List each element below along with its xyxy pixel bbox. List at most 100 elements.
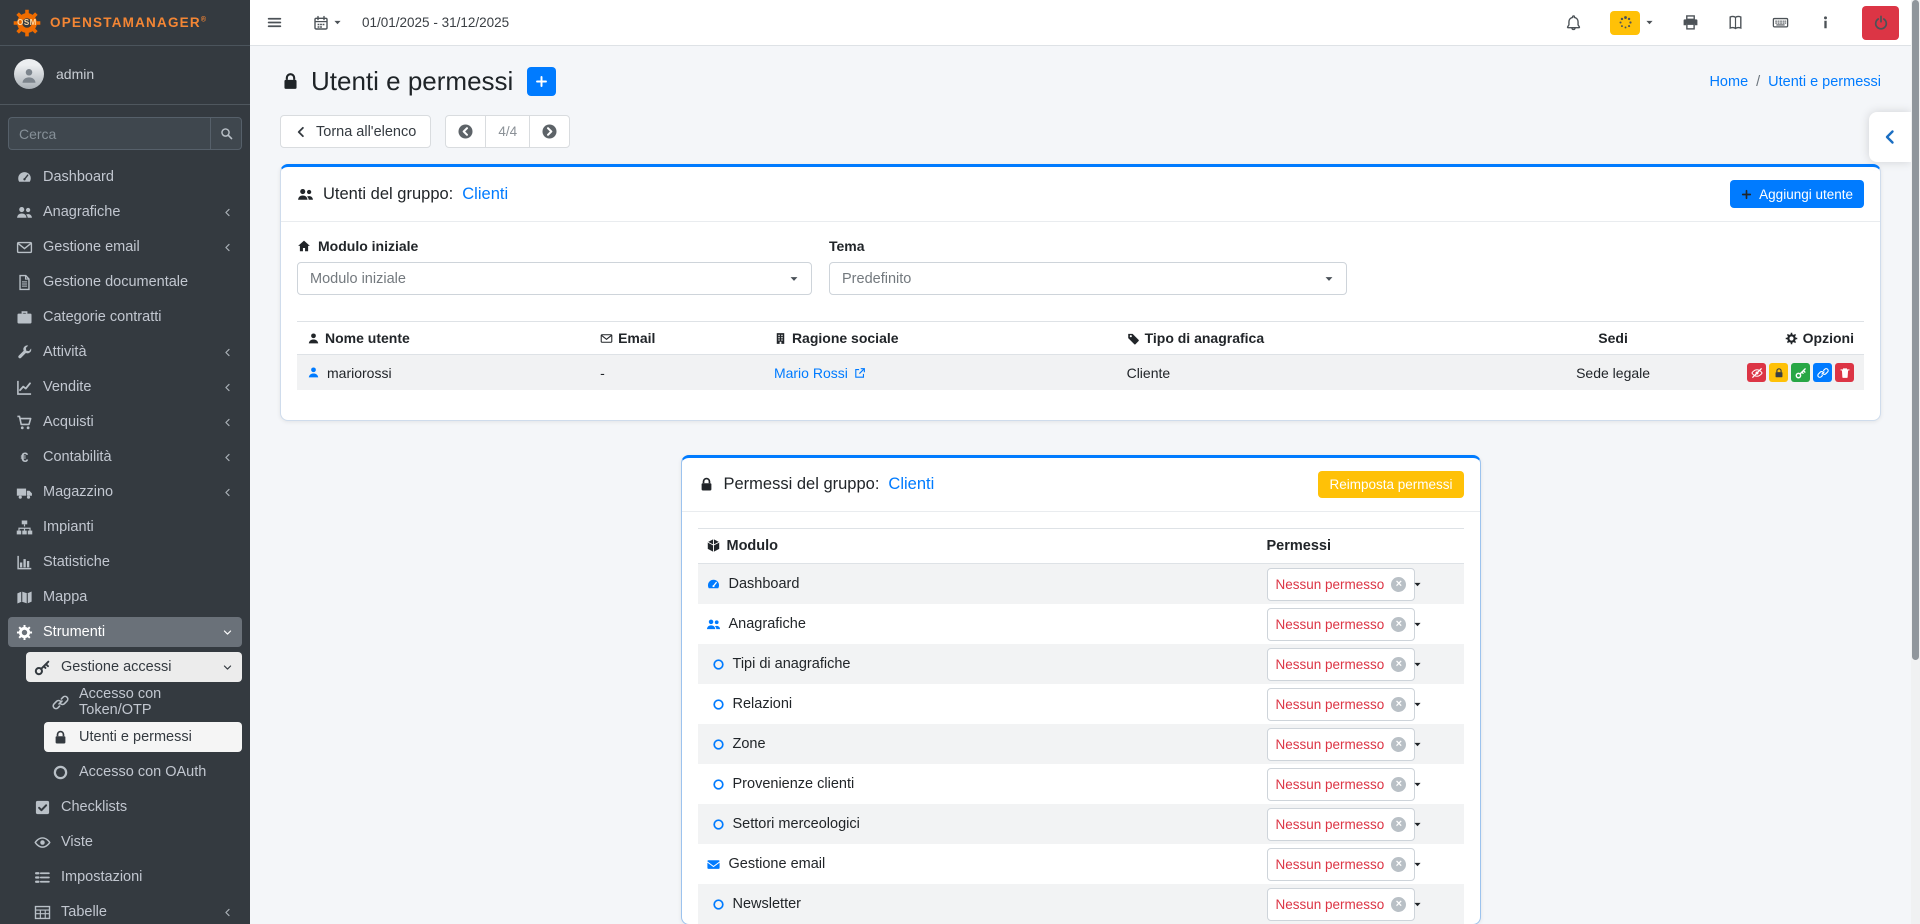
new-record-button[interactable] (527, 67, 556, 96)
sidebar-item-mappa[interactable]: Mappa (8, 582, 242, 612)
clear-permission-icon[interactable]: × (1391, 697, 1406, 712)
initial-module-select[interactable]: Modulo iniziale (297, 262, 812, 295)
sidebar-item-statistiche[interactable]: Statistiche (8, 547, 242, 577)
page-scrollbar[interactable] (1911, 0, 1920, 924)
sidebar-item-anagrafiche[interactable]: Anagrafiche (8, 197, 242, 227)
sidebar-item-utenti-e-permessi[interactable]: Utenti e permessi (44, 722, 242, 752)
gear-icon (16, 624, 33, 641)
clear-permission-icon[interactable]: × (1391, 897, 1406, 912)
users-icon (297, 186, 314, 203)
group-link[interactable]: Clienti (462, 185, 508, 204)
sidebar-item-gestione-documentale[interactable]: Gestione documentale (8, 267, 242, 297)
sidebar-item-vendite[interactable]: Vendite (8, 372, 242, 402)
sidebar-item-accesso-token-otp[interactable]: Accesso con Token/OTP (44, 687, 242, 717)
permission-select-zone[interactable]: Nessun permesso× (1267, 728, 1415, 761)
page-title: Utenti e permessi (280, 66, 513, 97)
clear-permission-icon[interactable]: × (1391, 777, 1406, 792)
manual-button[interactable] (1727, 14, 1744, 31)
clear-permission-icon[interactable]: × (1391, 657, 1406, 672)
column-header-modulo: Modulo (698, 529, 1259, 564)
next-record-button[interactable] (529, 116, 569, 147)
sidebar-item-label: Statistiche (43, 554, 110, 570)
sidebar-item-label: Attività (43, 344, 87, 360)
sidebar-item-viste[interactable]: Viste (26, 827, 242, 857)
sidebar-item-accesso-oauth[interactable]: Accesso con OAuth (44, 757, 242, 787)
permission-select-tipi-di-anagrafiche[interactable]: Nessun permesso× (1267, 648, 1415, 681)
date-range[interactable]: 01/01/2025 - 31/12/2025 (362, 15, 509, 30)
clear-permission-icon[interactable]: × (1391, 817, 1406, 832)
breadcrumb-home[interactable]: Home (1709, 74, 1748, 90)
scrollbar-thumb[interactable] (1912, 0, 1919, 660)
clear-permission-icon[interactable]: × (1391, 737, 1406, 752)
sidebar-item-magazzino[interactable]: Magazzino (8, 477, 242, 507)
clear-permission-icon[interactable]: × (1391, 577, 1406, 592)
sidebar-search (8, 117, 242, 150)
status-menu-button[interactable] (1610, 11, 1654, 35)
sedi-cell: Sede legale (1489, 355, 1737, 391)
info-icon (1817, 14, 1834, 31)
user-panel[interactable]: admin (0, 46, 250, 105)
list-icon (34, 869, 51, 886)
envelope-fill-icon (706, 857, 721, 872)
table-row: mariorossi - Mario Rossi Cliente Sede le… (297, 355, 1864, 391)
widgets-panel-toggle[interactable] (1869, 112, 1911, 162)
permission-select-settori-merceologici[interactable]: Nessun permesso× (1267, 808, 1415, 841)
permission-select-provenienze-clienti[interactable]: Nessun permesso× (1267, 768, 1415, 801)
permissions-table: Modulo Permessi DashboardNessun permesso… (698, 528, 1464, 924)
module-label: Anagrafiche (729, 616, 806, 632)
sidebar-item-label: Acquisti (43, 414, 94, 430)
column-header-opzioni: Opzioni (1737, 322, 1864, 355)
sidebar-item-label: Tabelle (61, 904, 107, 920)
chevron-left-thin-icon (222, 907, 233, 918)
print-button[interactable] (1682, 14, 1699, 31)
clear-permission-icon[interactable]: × (1391, 857, 1406, 872)
ragione-sociale-link[interactable]: Mario Rossi (774, 365, 866, 381)
theme-select[interactable]: Predefinito (829, 262, 1347, 295)
sidebar-item-categorie-contratti[interactable]: Categorie contratti (8, 302, 242, 332)
permission-select-gestione-email[interactable]: Nessun permesso× (1267, 848, 1415, 881)
search-button[interactable] (210, 117, 242, 150)
module-label: Provenienze clienti (733, 776, 855, 792)
reset-permissions-button[interactable]: Reimposta permessi (1318, 471, 1463, 498)
sidebar-item-contabilita[interactable]: €Contabilità (8, 442, 242, 472)
logout-button[interactable] (1862, 6, 1899, 40)
caret-down-icon (1413, 860, 1422, 869)
breadcrumb-current[interactable]: Utenti e permessi (1768, 74, 1881, 90)
info-button[interactable] (1817, 14, 1834, 31)
shortcuts-button[interactable] (1772, 14, 1789, 31)
user-icon (307, 366, 320, 379)
sidebar-toggle-button[interactable] (266, 14, 283, 31)
permission-select-relazioni[interactable]: Nessun permesso× (1267, 688, 1415, 721)
disable-user-button[interactable] (1747, 363, 1766, 382)
module-label: Tipi di anagrafiche (733, 656, 851, 672)
group-link[interactable]: Clienti (888, 475, 934, 494)
sidebar-item-impianti[interactable]: Impianti (8, 512, 242, 542)
sidebar-item-gestione-accessi[interactable]: Gestione accessi (26, 652, 242, 682)
sidebar-item-impostazioni[interactable]: Impostazioni (26, 862, 242, 892)
search-input[interactable] (8, 117, 210, 150)
sidebar-item-tabelle[interactable]: Tabelle (26, 897, 242, 924)
back-to-list-button[interactable]: Torna all'elenco (280, 115, 431, 148)
column-header-tipo-anagrafica: Tipo di anagrafica (1117, 322, 1490, 355)
permission-select-newsletter[interactable]: Nessun permesso× (1267, 888, 1415, 921)
delete-user-button[interactable] (1835, 363, 1854, 382)
lock-user-button[interactable] (1769, 363, 1788, 382)
period-picker-button[interactable] (313, 15, 342, 31)
permission-select-dashboard[interactable]: Nessun permesso× (1267, 568, 1415, 601)
permission-select-anagrafiche[interactable]: Nessun permesso× (1267, 608, 1415, 641)
notifications-button[interactable] (1565, 14, 1582, 31)
sidebar-item-dashboard[interactable]: Dashboard (8, 162, 242, 192)
sidebar-item-checklists[interactable]: Checklists (26, 792, 242, 822)
previous-record-button[interactable] (446, 116, 485, 147)
add-user-button[interactable]: Aggiungi utente (1730, 180, 1864, 208)
sidebar-item-attivita[interactable]: Attività (8, 337, 242, 367)
sidebar-item-acquisti[interactable]: Acquisti (8, 407, 242, 437)
clear-permission-icon[interactable]: × (1391, 617, 1406, 632)
sidebar-item-gestione-email[interactable]: Gestione email (8, 232, 242, 262)
brand[interactable]: OSM OpenSTAManager® (0, 0, 250, 46)
key-icon (1795, 367, 1807, 379)
sidebar-item-strumenti[interactable]: Strumenti (8, 617, 242, 647)
tag-icon (1127, 332, 1140, 345)
api-token-button[interactable] (1813, 363, 1832, 382)
change-password-button[interactable] (1791, 363, 1810, 382)
